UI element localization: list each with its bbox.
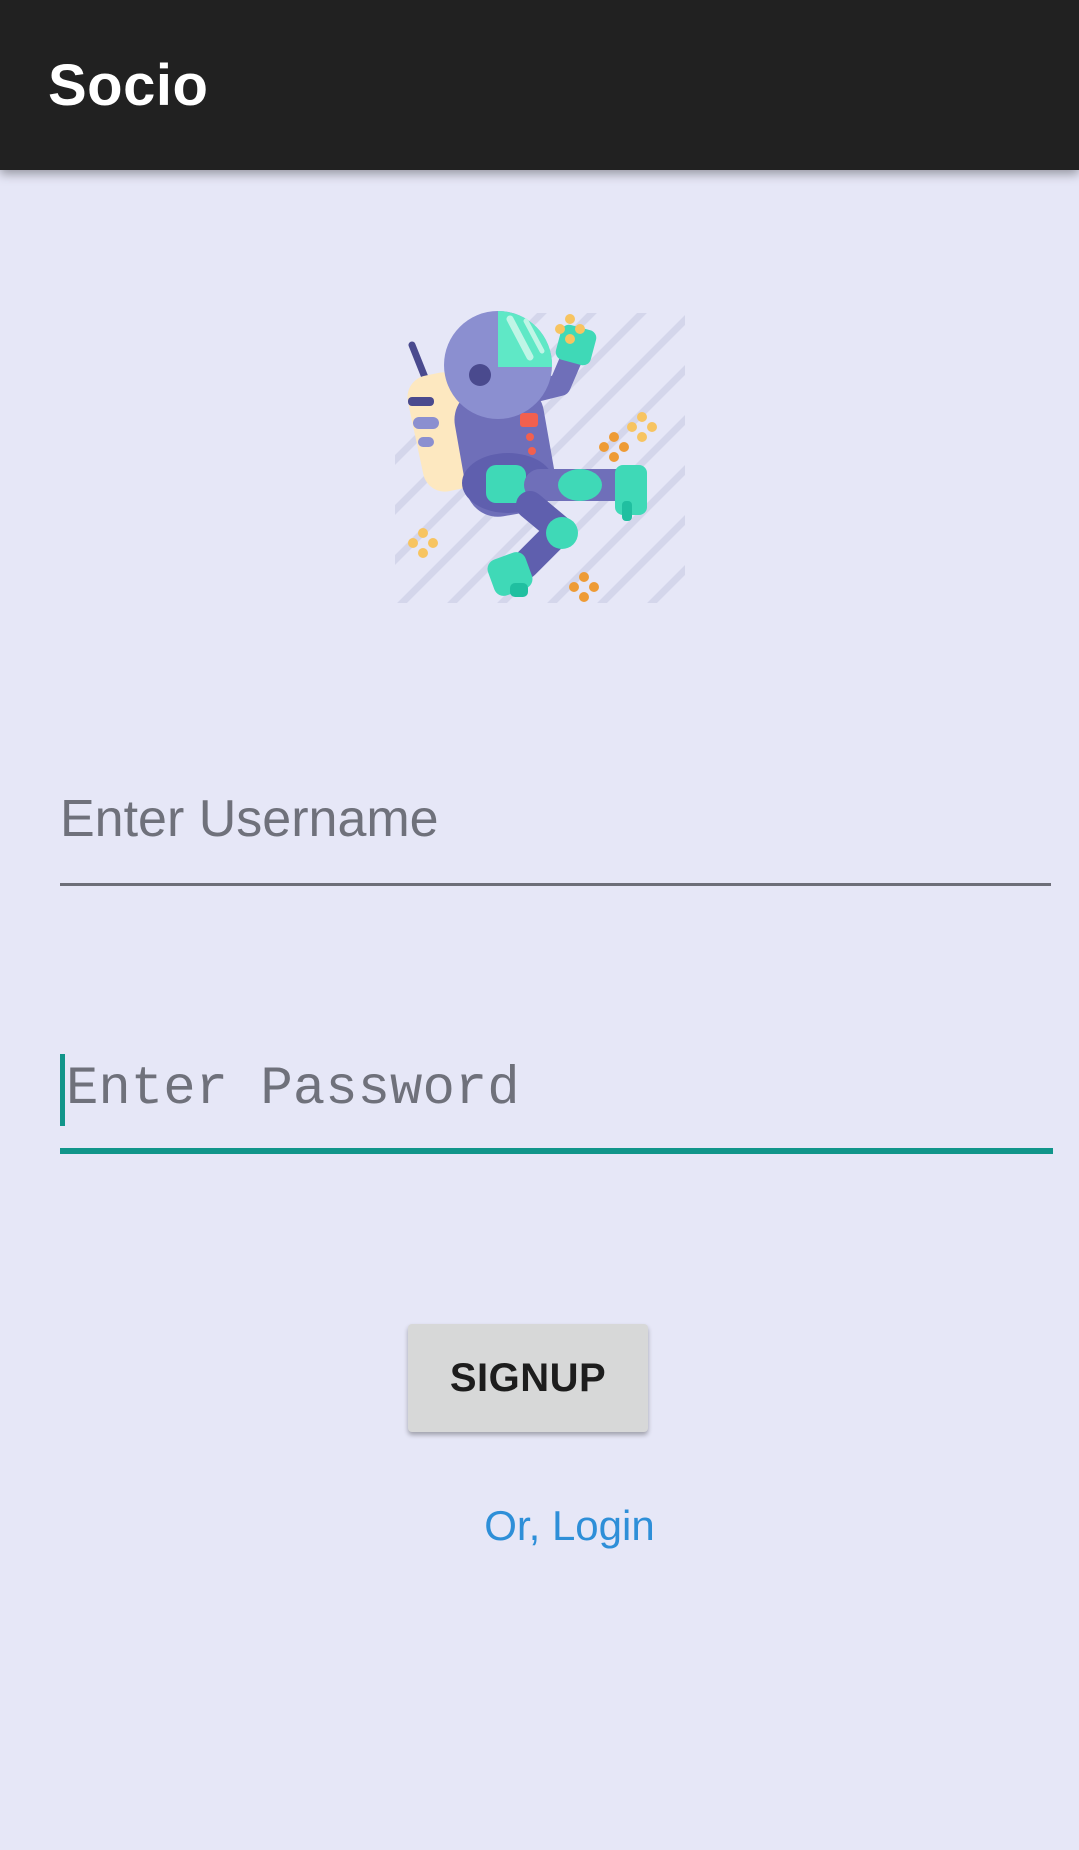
username-input[interactable] xyxy=(60,780,1051,858)
login-link[interactable]: Or, Login xyxy=(0,1502,1079,1550)
password-input[interactable] xyxy=(60,1050,1059,1130)
password-field[interactable] xyxy=(60,1050,1059,1154)
app-bar: Socio xyxy=(0,0,1079,170)
username-field[interactable] xyxy=(60,780,1051,886)
astronaut-illustration-icon xyxy=(390,305,690,605)
text-cursor xyxy=(60,1054,65,1126)
signup-button[interactable]: SIGNUP xyxy=(408,1324,648,1432)
password-underline xyxy=(60,1148,1053,1154)
login-link-label[interactable]: Or, Login xyxy=(424,1502,654,1549)
signup-screen: Socio Enter Username SIGNUP Or, Login xyxy=(0,0,1079,1850)
username-underline xyxy=(60,883,1051,886)
app-title: Socio xyxy=(48,53,209,118)
